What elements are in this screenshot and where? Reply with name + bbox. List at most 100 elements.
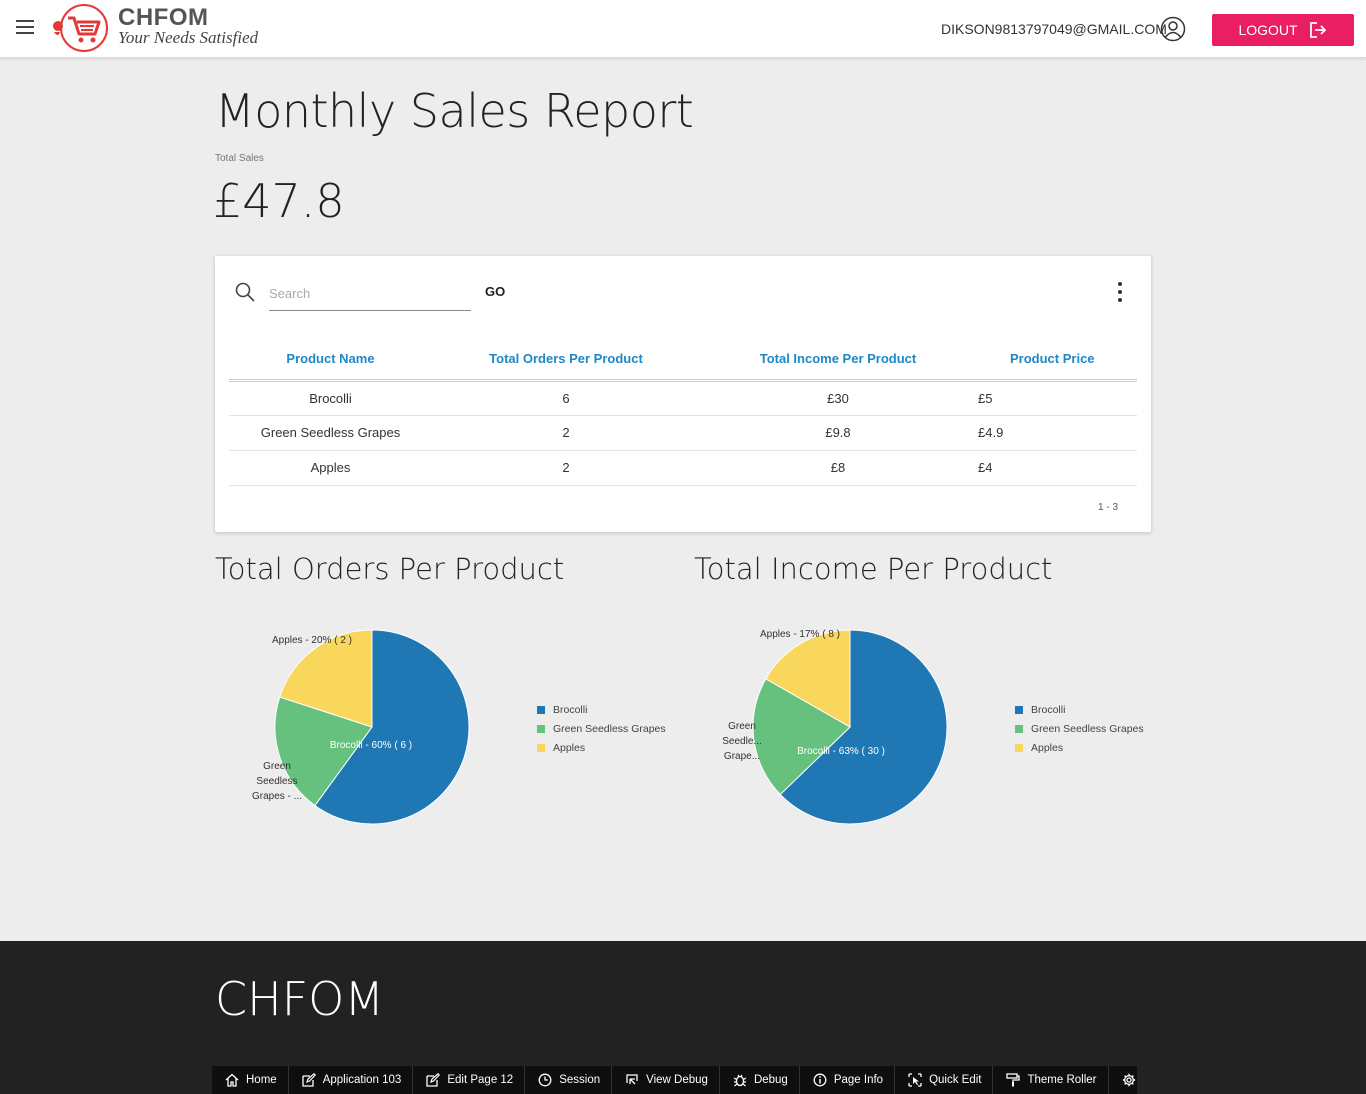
legend-item[interactable]: Apples	[537, 738, 666, 757]
pagination-info: 1 - 3	[1098, 502, 1119, 513]
bug-icon	[733, 1074, 747, 1087]
developer-toolbar: Home Application 103 Edit Page 12 Sessio…	[212, 1066, 1137, 1094]
clock-icon	[538, 1073, 552, 1087]
footer-brand: CHFOM	[215, 972, 385, 1026]
gear-icon	[1122, 1073, 1135, 1087]
top-navigation-bar: CHFOM Your Needs Satisfied DIKSON9813797…	[0, 0, 1366, 58]
paint-roller-icon	[1006, 1073, 1021, 1087]
more-options-icon[interactable]	[1113, 282, 1127, 304]
total-sales-label: Total Sales	[215, 153, 264, 164]
devbar-label: Page Info	[833, 1074, 884, 1086]
devbar-label: View Debug	[646, 1074, 708, 1086]
devbar-debug[interactable]: Debug	[720, 1066, 800, 1094]
cell-total-orders: 6	[432, 380, 700, 416]
legend-swatch	[537, 743, 545, 752]
legend-swatch	[1015, 743, 1023, 752]
column-header-product-price[interactable]: Product Price	[976, 338, 1137, 382]
user-email: DIKSON9813797049@GMAIL.COM	[941, 21, 1167, 37]
devbar-page-info[interactable]: Page Info	[800, 1066, 896, 1094]
cell-total-income: £8	[700, 450, 976, 486]
devbar-application[interactable]: Application 103	[289, 1066, 414, 1094]
logout-button-label: LOGOUT	[1238, 22, 1298, 38]
cell-total-orders: 2	[432, 450, 700, 486]
legend-swatch	[537, 724, 545, 733]
devbar-label: Application 103	[322, 1074, 402, 1086]
income-pie-chart: Brocolli - 63% ( 30 ) Green Seedle... Grape…	[722, 629, 948, 825]
column-header-product-name[interactable]: Product Name	[229, 338, 432, 382]
devbar-theme-roller[interactable]: Theme Roller	[993, 1066, 1109, 1094]
cell-product-price: £5	[976, 380, 1137, 416]
quick-edit-icon	[908, 1073, 922, 1087]
page-footer: CHFOM Home Application 103 Edit Page 12 …	[0, 941, 1366, 1094]
pie-slice-label: Brocolli - 63% ( 30 )	[797, 746, 885, 757]
cell-total-income: £9.8	[700, 415, 976, 451]
cell-product-name: Green Seedless Grapes	[229, 415, 432, 451]
home-icon	[225, 1073, 239, 1087]
devbar-label: Home	[246, 1074, 277, 1086]
pie-slice-label: Apples - 20% ( 2 )	[272, 635, 352, 646]
view-debug-icon	[626, 1074, 638, 1085]
cell-product-name: Apples	[229, 450, 432, 486]
cell-product-price: £4.9	[976, 415, 1137, 451]
orders-chart-title: Total Orders Per Product	[215, 552, 565, 586]
legend-item[interactable]: Brocolli	[537, 700, 666, 719]
go-button[interactable]: GO	[477, 280, 513, 303]
page-title: Monthly Sales Report	[215, 84, 694, 138]
table-row: Apples 2 £8 £4	[229, 450, 1137, 486]
column-header-total-orders[interactable]: Total Orders Per Product	[432, 338, 700, 382]
orders-chart-legend: Brocolli Green Seedless Grapes Apples	[537, 700, 666, 757]
income-chart-title: Total Income Per Product	[694, 552, 1053, 586]
cell-total-orders: 2	[432, 415, 700, 451]
logout-icon	[1309, 22, 1326, 38]
cart-logo-icon[interactable]	[50, 2, 114, 54]
devbar-view-debug[interactable]: View Debug	[612, 1066, 720, 1094]
legend-label: Apples	[1031, 741, 1064, 754]
legend-label: Apples	[553, 741, 586, 754]
devbar-edit-page[interactable]: Edit Page 12	[413, 1066, 526, 1094]
info-icon	[813, 1073, 827, 1087]
orders-pie-chart: Brocolli - 60% ( 6 )Green Seedless Grapes …	[252, 629, 470, 825]
legend-item[interactable]: Brocolli	[1015, 700, 1144, 719]
edit-icon	[426, 1073, 441, 1087]
legend-label: Brocolli	[1031, 703, 1066, 716]
table-row: Green Seedless Grapes 2 £9.8 £4.9	[229, 415, 1137, 451]
legend-label: Green Seedless Grapes	[1031, 722, 1144, 735]
devbar-label: Theme Roller	[1027, 1074, 1097, 1086]
edit-icon	[302, 1073, 316, 1087]
column-header-total-income[interactable]: Total Income Per Product	[700, 338, 976, 382]
devbar-quick-edit[interactable]: Quick Edit	[895, 1066, 994, 1094]
legend-item[interactable]: Apples	[1015, 738, 1144, 757]
legend-swatch	[1015, 705, 1023, 714]
devbar-session[interactable]: Session	[525, 1066, 613, 1094]
legend-label: Green Seedless Grapes	[553, 722, 666, 735]
legend-label: Brocolli	[553, 703, 588, 716]
legend-swatch	[537, 705, 545, 714]
devbar-home[interactable]: Home	[212, 1066, 289, 1094]
pie-slice-label: Apples - 17% ( 8 )	[760, 629, 840, 640]
devbar-label: Debug	[753, 1074, 788, 1086]
table-row: Brocolli 6 £30 £5	[229, 380, 1137, 416]
legend-item[interactable]: Green Seedless Grapes	[1015, 719, 1144, 738]
brand-tagline: Your Needs Satisfied	[118, 28, 259, 47]
table-header-row: Product Name Total Orders Per Product To…	[229, 338, 1137, 382]
search-icon	[235, 282, 255, 302]
cell-product-name: Brocolli	[229, 380, 432, 416]
cell-product-price: £4	[976, 450, 1137, 486]
legend-item[interactable]: Green Seedless Grapes	[537, 719, 666, 738]
income-chart-legend: Brocolli Green Seedless Grapes Apples	[1015, 700, 1144, 757]
sales-report-card: GO Product Name Total Orders Per Product…	[215, 256, 1151, 532]
pie-slice-label: Green Seedle... Grape...	[722, 721, 761, 762]
total-sales-value: £47.8	[213, 174, 345, 228]
devbar-label: Quick Edit	[929, 1074, 982, 1086]
devbar-settings[interactable]	[1109, 1066, 1154, 1094]
legend-swatch	[1015, 724, 1023, 733]
cell-total-income: £30	[700, 380, 976, 416]
search-input[interactable]	[269, 276, 471, 311]
logout-button[interactable]: LOGOUT	[1212, 14, 1354, 46]
devbar-label: Edit Page 12	[447, 1074, 514, 1086]
sales-report-table: Product Name Total Orders Per Product To…	[229, 338, 1137, 486]
pie-slice-label: Brocolli - 60% ( 6 )	[330, 740, 412, 751]
menu-icon[interactable]	[16, 20, 34, 36]
devbar-label: Session	[559, 1074, 601, 1086]
user-profile-icon[interactable]	[1160, 16, 1186, 42]
